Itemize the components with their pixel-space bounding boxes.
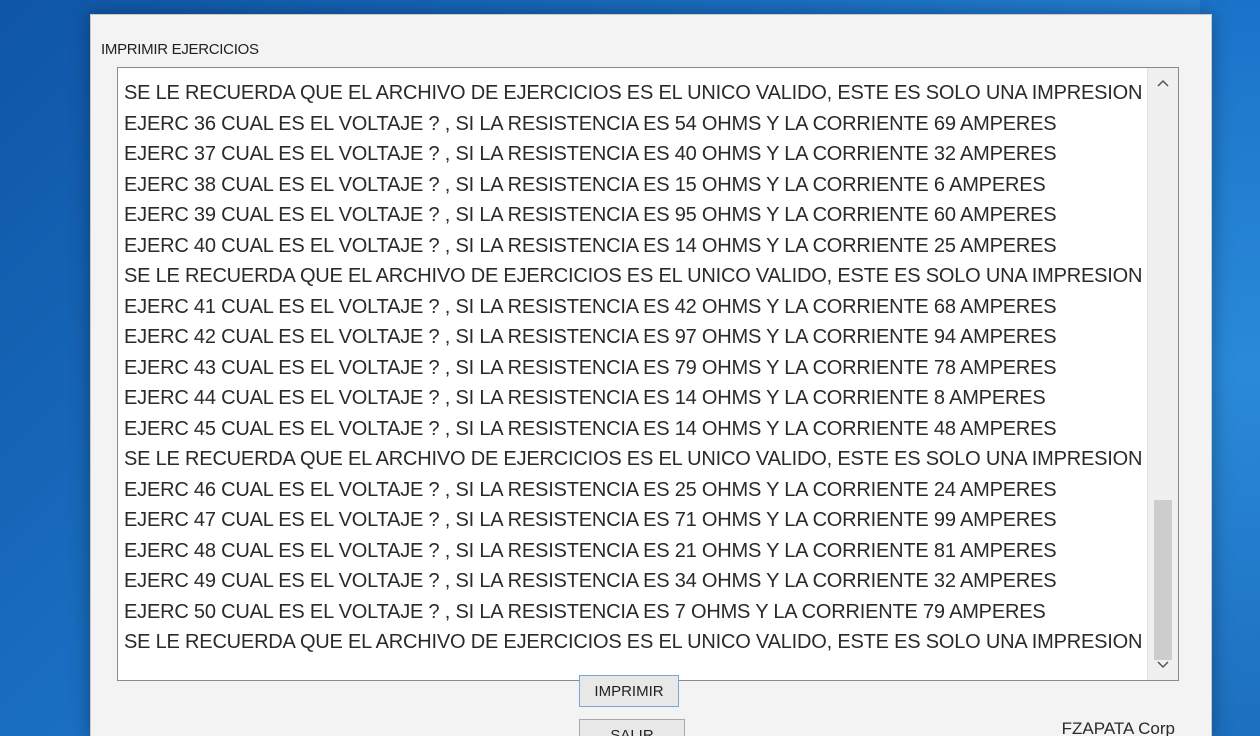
- output-line: SE LE RECUERDA QUE EL ARCHIVO DE EJERCIC…: [124, 448, 1143, 470]
- window-title: IMPRIMIR EJERCICIOS: [101, 41, 259, 58]
- output-line: EJERC 46 CUAL ES EL VOLTAJE ? , SI LA RE…: [124, 478, 1057, 501]
- output-line: EJERC 49 CUAL ES EL VOLTAJE ? , SI LA RE…: [124, 570, 1057, 592]
- exercises-output-textarea[interactable]: SE LE RECUERDA QUE EL ARCHIVO DE EJERCIC…: [117, 67, 1179, 681]
- output-line: EJERC 40 CUAL ES EL VOLTAJE ? , SI LA RE…: [124, 234, 1057, 257]
- output-line: EJERC 45 CUAL ES EL VOLTAJE ? , SI LA RE…: [124, 417, 1057, 440]
- output-line: EJERC 36 CUAL ES EL VOLTAJE ? , SI LA RE…: [124, 112, 1057, 135]
- chevron-up-icon[interactable]: [1148, 72, 1178, 94]
- output-line: EJERC 38 CUAL ES EL VOLTAJE ? , SI LA RE…: [124, 173, 1046, 196]
- output-line: SE LE RECUERDA QUE EL ARCHIVO DE EJERCIC…: [124, 265, 1143, 287]
- output-line: EJERC 48 CUAL ES EL VOLTAJE ? , SI LA RE…: [124, 539, 1057, 562]
- output-line: EJERC 47 CUAL ES EL VOLTAJE ? , SI LA RE…: [124, 509, 1057, 531]
- scrollbar-thumb[interactable]: [1154, 500, 1172, 660]
- chevron-down-icon[interactable]: [1148, 654, 1178, 676]
- print-button[interactable]: IMPRIMIR: [579, 675, 679, 707]
- output-line: EJERC 42 CUAL ES EL VOLTAJE ? , SI LA RE…: [124, 326, 1057, 348]
- output-line: SE LE RECUERDA QUE EL ARCHIVO DE EJERCIC…: [124, 82, 1143, 104]
- output-line: EJERC 41 CUAL ES EL VOLTAJE ? , SI LA RE…: [124, 295, 1057, 318]
- exit-button[interactable]: SALIR: [579, 719, 685, 736]
- output-line: EJERC 37 CUAL ES EL VOLTAJE ? , SI LA RE…: [124, 143, 1057, 165]
- company-label: FZAPATA Corp: [1061, 719, 1175, 736]
- output-line: EJERC 39 CUAL ES EL VOLTAJE ? , SI LA RE…: [124, 204, 1057, 226]
- output-line: EJERC 43 CUAL ES EL VOLTAJE ? , SI LA RE…: [124, 356, 1057, 379]
- vertical-scrollbar[interactable]: [1147, 68, 1178, 680]
- output-lines: SE LE RECUERDA QUE EL ARCHIVO DE EJERCIC…: [124, 78, 1143, 658]
- output-line: EJERC 50 CUAL ES EL VOLTAJE ? , SI LA RE…: [124, 600, 1046, 623]
- output-line: SE LE RECUERDA QUE EL ARCHIVO DE EJERCIC…: [124, 631, 1143, 653]
- output-line: EJERC 44 CUAL ES EL VOLTAJE ? , SI LA RE…: [124, 387, 1046, 409]
- print-exercises-window: IMPRIMIR EJERCICIOS SE LE RECUERDA QUE E…: [90, 14, 1212, 736]
